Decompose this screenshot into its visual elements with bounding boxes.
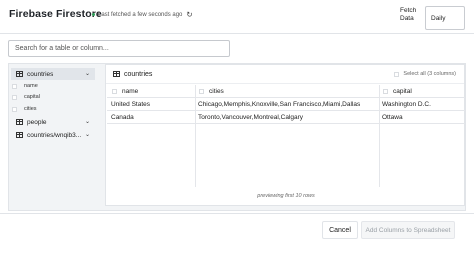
checkbox-icon[interactable] bbox=[394, 71, 400, 77]
cancel-button[interactable]: Cancel bbox=[322, 221, 358, 239]
field-item-capital[interactable]: capital bbox=[12, 92, 92, 102]
table-cell: Toronto,Vancouver,Montreal,Calgary bbox=[198, 113, 304, 121]
table-cell: Washington D.C. bbox=[382, 100, 431, 108]
column-divider bbox=[195, 85, 196, 187]
search-input[interactable]: Search for a table or column... bbox=[8, 40, 230, 57]
table-cell: Canada bbox=[111, 113, 134, 121]
chevron-down-icon[interactable]: ⌄ bbox=[85, 131, 90, 138]
table-icon bbox=[16, 132, 23, 138]
fetch-status-text: Last fetched a few seconds ago bbox=[98, 11, 183, 18]
page-title: Firebase Firestore bbox=[9, 8, 102, 20]
column-header-name[interactable]: name bbox=[112, 85, 138, 97]
fetch-data-label: Fetch Data bbox=[400, 7, 417, 22]
field-checkbox[interactable] bbox=[12, 94, 17, 100]
sidebar-item-people[interactable]: people ⌄ bbox=[11, 116, 95, 128]
field-item-cities[interactable]: cities bbox=[12, 104, 92, 114]
refresh-icon[interactable]: ↻ bbox=[186, 11, 192, 19]
column-checkbox[interactable] bbox=[199, 88, 204, 94]
column-divider bbox=[379, 85, 380, 187]
table-cell: Ottawa bbox=[382, 113, 403, 121]
field-item-name[interactable]: name bbox=[12, 81, 92, 91]
status-dot-icon bbox=[92, 13, 95, 17]
column-header-cities[interactable]: cities bbox=[199, 85, 224, 97]
row-divider bbox=[107, 123, 465, 124]
table-cell: United States bbox=[111, 100, 151, 108]
fetch-frequency-select[interactable]: Daily bbox=[425, 6, 465, 30]
table-preview-card: countries Select all (3 columns) name ci… bbox=[105, 64, 465, 206]
sidebar-item-countries-subcollection[interactable]: countries/wnqib3... ⌄ bbox=[11, 129, 95, 141]
field-checkbox[interactable] bbox=[12, 83, 17, 89]
column-checkbox[interactable] bbox=[112, 88, 117, 94]
table-icon bbox=[16, 119, 23, 125]
preview-note: previewing first 10 rows bbox=[257, 193, 315, 199]
chevron-down-icon[interactable]: ⌄ bbox=[85, 70, 90, 77]
fetch-status: Last fetched a few seconds ago ↻ bbox=[92, 11, 193, 19]
column-checkbox[interactable] bbox=[383, 88, 388, 94]
chevron-down-icon[interactable]: ⌄ bbox=[85, 118, 90, 125]
add-columns-button[interactable]: Add Columns to Spreadsheet bbox=[361, 221, 455, 239]
footer-divider bbox=[0, 213, 474, 214]
field-checkbox[interactable] bbox=[12, 106, 17, 112]
table-preview-header: countries Select all (3 columns) bbox=[106, 65, 464, 84]
table-icon bbox=[113, 71, 120, 77]
sidebar-item-countries[interactable]: countries ⌄ bbox=[11, 68, 95, 80]
table-cell: Chicago,Memphis,Knoxville,San Francisco,… bbox=[198, 100, 361, 108]
header: Firebase Firestore Last fetched a few se… bbox=[0, 0, 474, 32]
table-icon bbox=[16, 71, 23, 77]
select-all-checkbox[interactable]: Select all (3 columns) bbox=[394, 71, 456, 77]
column-header-capital[interactable]: capital bbox=[383, 85, 412, 97]
header-divider bbox=[0, 33, 474, 34]
